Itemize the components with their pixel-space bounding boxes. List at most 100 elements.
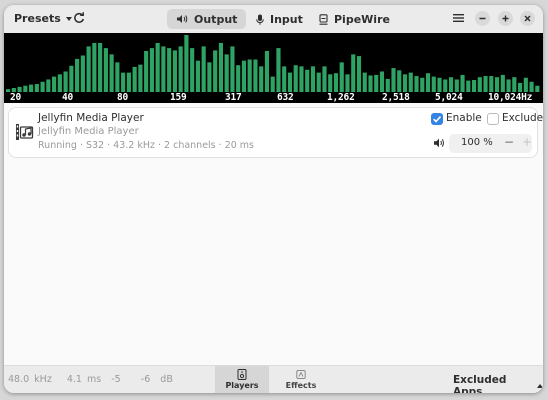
spectrum-bar (46, 79, 51, 92)
close-button[interactable] (520, 11, 535, 26)
tab-pipewire[interactable]: PipeWire (310, 9, 399, 29)
spectrum-bar (259, 66, 264, 92)
spectrum-bar (328, 74, 333, 92)
status-readout: 48.0 kHz 4.1 ms -5 -6 dB (8, 374, 173, 385)
spectrum-bar (448, 77, 454, 92)
spectrum-bar (483, 76, 488, 92)
frequency-label: 40 (62, 92, 74, 103)
presets-menu-button[interactable]: Presets (14, 12, 72, 25)
exclude-label[interactable]: Exclude (502, 112, 543, 124)
spectrum-bar (287, 72, 293, 92)
maximize-button[interactable] (498, 11, 513, 26)
spectrum-bar (86, 46, 91, 92)
effects-icon (296, 370, 306, 379)
spectrum-bar (431, 76, 436, 92)
tab-pipewire-label: PipeWire (334, 12, 390, 26)
spectrum-bar (224, 54, 229, 92)
spectrum-bar (247, 59, 252, 92)
excluded-apps-button[interactable]: Excluded Apps (453, 374, 543, 393)
checkmark-icon (433, 116, 442, 123)
spectrum-bar (471, 80, 477, 92)
volume-decrease-button[interactable]: − (504, 135, 514, 149)
spectrum-bar (98, 42, 103, 92)
spectrum-bar (126, 72, 131, 92)
spectrum-bar (103, 48, 108, 92)
spectrum-bar (144, 50, 149, 92)
spectrum-bar (517, 82, 523, 92)
chevron-up-icon (537, 384, 543, 388)
spectrum-bar (75, 58, 80, 92)
spectrum-bar (494, 77, 500, 92)
reset-icon[interactable] (72, 11, 86, 25)
frequency-label: 20 (10, 92, 22, 103)
spectrum-bar (253, 59, 258, 92)
spectrum-bar (52, 76, 57, 92)
frequency-label: 80 (117, 92, 129, 103)
tab-players[interactable]: Players (215, 366, 269, 393)
spectrum-bar (477, 77, 482, 92)
spectrum-bar (414, 76, 419, 92)
spectrum-bar (374, 74, 379, 92)
spectrum-bar (184, 35, 189, 92)
spectrum-bar (425, 73, 431, 92)
menu-icon[interactable] (453, 13, 464, 23)
tab-players-label: Players (225, 381, 259, 390)
spectrum-bar (218, 42, 223, 92)
spectrum-bar (282, 66, 287, 92)
spectrum-bar (402, 74, 408, 92)
tab-effects[interactable]: Effects (274, 366, 328, 393)
maximize-icon (502, 15, 509, 22)
minimize-icon (479, 17, 486, 20)
spectrum-bar (201, 46, 206, 92)
pipewire-icon (319, 13, 328, 25)
spectrum-bar (167, 48, 172, 92)
spectrum-bar (351, 54, 356, 92)
spectrum-bar (132, 66, 137, 92)
tab-output[interactable]: Output (167, 9, 247, 29)
spectrum-bar (500, 74, 505, 92)
spectrum-bar (236, 65, 241, 92)
spectrum-bar (149, 48, 154, 92)
spectrum-bar (241, 60, 247, 92)
frequency-label: 10,024Hz (488, 92, 533, 103)
spectrum-bar (155, 42, 160, 92)
footer-bar: 48.0 kHz 4.1 ms -5 -6 dB Players Effects… (4, 365, 543, 393)
tab-output-label: Output (194, 12, 238, 26)
spectrum-bar (92, 42, 97, 92)
spectrum-bar (460, 74, 465, 92)
spectrum-bar (57, 74, 62, 92)
enable-checkbox[interactable] (431, 113, 443, 125)
volume-value[interactable]: 100 % (461, 137, 493, 148)
speaker-icon (177, 15, 188, 23)
app-title: Jellyfin Media Player (38, 112, 144, 124)
frequency-label: 2,518 (382, 92, 410, 103)
app-window: Presets Output Input PipeWire 20 40 80 1… (4, 5, 543, 393)
tab-input[interactable]: Input (247, 9, 312, 29)
spectrum-bar (420, 77, 425, 92)
volume-spinbutton[interactable]: 100 % − + (449, 134, 532, 153)
minimize-button[interactable] (475, 11, 490, 26)
volume-icon[interactable] (433, 137, 445, 149)
exclude-checkbox[interactable] (487, 113, 499, 125)
spectrum-bar (506, 79, 511, 92)
spectrum-bar (391, 68, 396, 92)
chevron-down-icon (65, 16, 72, 21)
volume-increase-button[interactable]: + (522, 135, 532, 149)
spectrum-bar (34, 84, 39, 92)
spectrum-bar (23, 85, 28, 92)
app-media-name: Jellyfin Media Player (38, 126, 139, 137)
spectrum-bar (345, 74, 350, 92)
spectrum-bar (299, 66, 304, 92)
close-icon (524, 15, 531, 22)
app-card-jellyfin: Jellyfin Media Player Jellyfin Media Pla… (9, 108, 543, 157)
spectrum-bar (362, 72, 367, 92)
spectrum-bar (213, 50, 218, 92)
spectrum-bar (190, 48, 195, 92)
header-bar: Presets Output Input PipeWire (4, 5, 543, 33)
enable-label[interactable]: Enable (446, 112, 482, 124)
spectrum-bar (368, 75, 373, 92)
spectrum-bar (40, 81, 45, 92)
spectrum-bar (69, 65, 74, 92)
spectrum-bar (523, 77, 528, 92)
frequency-label: 632 (277, 92, 294, 103)
